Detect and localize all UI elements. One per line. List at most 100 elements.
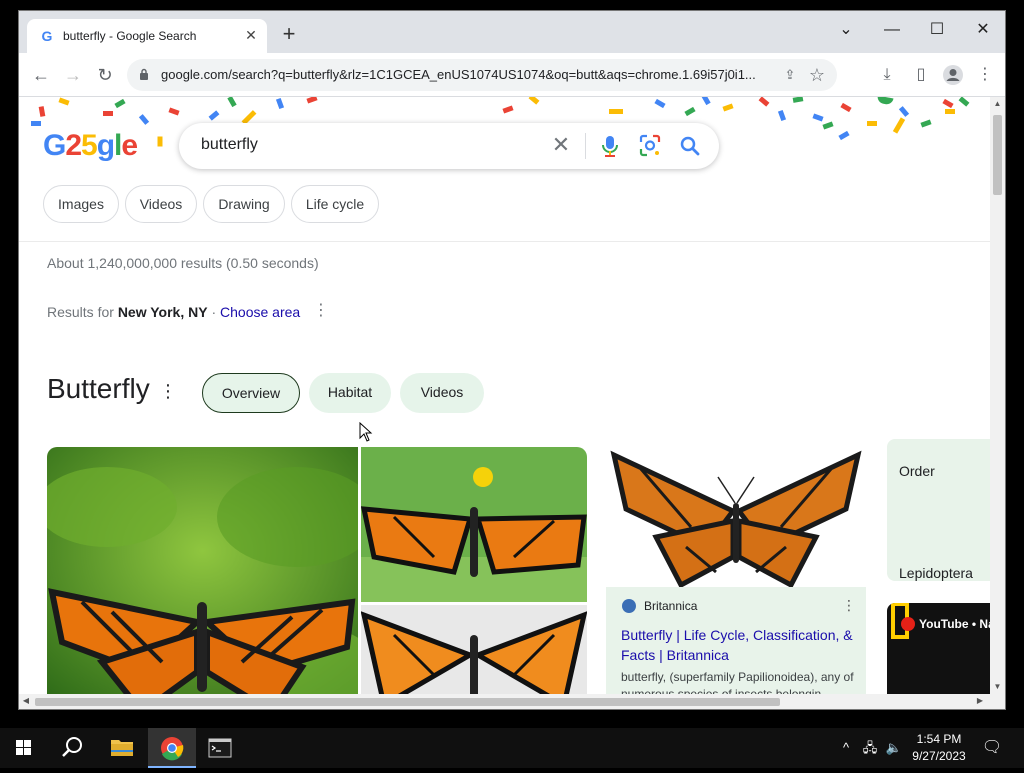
vertical-scrollbar[interactable]: ▲ ▼ [990, 97, 1005, 694]
confetti-piece [38, 106, 46, 117]
result-headline-link[interactable]: Butterfly | Life Cycle, Classification, … [621, 625, 861, 665]
confetti-piece [898, 106, 910, 117]
voice-search-icon[interactable] [599, 134, 621, 158]
butterfly-image-3[interactable] [361, 605, 587, 694]
scroll-left-icon[interactable]: ◀ [21, 696, 31, 706]
google-doodle-logo[interactable]: G25gle [43, 129, 138, 163]
notification-center-icon[interactable]: 🗨 [980, 739, 1004, 757]
volume-muted-icon[interactable]: 🔈 [884, 739, 904, 757]
taskbar-terminal[interactable] [196, 728, 244, 768]
clock-date: 9/27/2023 [912, 749, 966, 763]
search-box[interactable]: butterfly ✕ [179, 123, 719, 169]
bookmark-star-icon[interactable]: ☆ [807, 65, 827, 85]
video-source-label: YouTube • Na [919, 617, 990, 631]
confetti-piece [103, 111, 113, 116]
confetti-piece [822, 121, 834, 130]
confetti-piece [867, 121, 877, 126]
start-button[interactable] [0, 728, 48, 768]
butterfly-image-2[interactable] [361, 447, 587, 602]
confetti-piece [945, 109, 955, 114]
google-lens-icon[interactable] [639, 134, 661, 158]
horizontal-scroll-thumb[interactable] [35, 698, 780, 706]
butterfly-image-white[interactable] [606, 447, 866, 587]
scroll-right-icon[interactable]: ▶ [975, 696, 985, 706]
taskbar-file-explorer[interactable] [98, 728, 146, 768]
kp-tab-videos[interactable]: Videos [400, 373, 484, 413]
tray-overflow-icon[interactable]: ^ [838, 739, 854, 757]
browser-toolbar: ← → ↻ google.com/search?q=butterfly&rlz=… [19, 53, 1005, 97]
result-more-icon[interactable]: ⋮ [842, 597, 856, 614]
location-more-icon[interactable]: ⋮ [313, 302, 329, 320]
kp-tab-habitat[interactable]: Habitat [309, 373, 391, 413]
minimize-button[interactable]: — [877, 17, 907, 43]
browser-window: G butterfly - Google Search ✕ + ⌄ — ☐ ✕ … [18, 10, 1006, 710]
knowledge-panel-more-icon[interactable]: ⋮ [159, 380, 177, 402]
confetti-piece [609, 109, 623, 114]
location-line: Results for New York, NY · Choose area [47, 304, 300, 320]
back-button[interactable]: ← [29, 63, 53, 87]
side-panel-icon[interactable]: ▯ [909, 63, 933, 87]
result-source: Britannica [644, 599, 698, 613]
confetti-piece [840, 102, 852, 113]
scroll-up-icon[interactable]: ▲ [993, 99, 1002, 109]
confetti-piece [275, 97, 285, 110]
confetti-piece [157, 136, 163, 147]
tab-strip: G butterfly - Google Search ✕ + ⌄ — ☐ ✕ [19, 11, 1005, 53]
tab-title: butterfly - Google Search [63, 29, 197, 43]
confetti-piece [138, 114, 150, 125]
results-divider [19, 241, 990, 242]
new-tab-button[interactable]: + [277, 23, 301, 47]
britannica-result-card[interactable]: Britannica ⋮ Butterfly | Life Cycle, Cla… [606, 587, 866, 694]
maximize-button[interactable]: ☐ [922, 17, 952, 43]
horizontal-scrollbar[interactable]: ◀ ▶ [19, 694, 1005, 709]
profile-avatar-icon[interactable] [941, 63, 965, 87]
youtube-icon [901, 617, 915, 631]
close-window-button[interactable]: ✕ [968, 17, 998, 43]
page-viewport: G25gle butterfly ✕ Images Videos Drawing… [19, 97, 990, 694]
tab-close-icon[interactable]: ✕ [243, 27, 259, 43]
tab-search-dropdown-icon[interactable]: ⌄ [831, 17, 861, 43]
location-place: New York, NY [117, 304, 208, 320]
system-clock[interactable]: 1:54 PM 9/27/2023 [904, 731, 974, 765]
butterfly-image-main[interactable] [47, 447, 358, 694]
google-favicon-icon: G [41, 28, 53, 44]
share-icon[interactable]: ⇪ [781, 66, 799, 84]
scroll-down-icon[interactable]: ▼ [993, 682, 1002, 692]
kp-tab-overview[interactable]: Overview [202, 373, 300, 413]
tab-google-search[interactable]: G butterfly - Google Search ✕ [27, 19, 267, 53]
location-separator: · [207, 304, 221, 320]
chrome-icon [161, 737, 184, 761]
forward-button[interactable]: → [61, 63, 85, 87]
lock-icon [140, 68, 148, 80]
clear-search-icon[interactable]: ✕ [549, 133, 573, 157]
mouse-cursor-icon [359, 422, 373, 442]
choose-area-link[interactable]: Choose area [220, 304, 300, 320]
britannica-favicon-icon [622, 599, 636, 613]
search-input[interactable]: butterfly [201, 136, 258, 154]
network-icon[interactable]: 🖧 [860, 739, 880, 757]
download-icon[interactable]: ⤓ [875, 63, 899, 87]
chip-images[interactable]: Images [43, 185, 119, 223]
browser-menu-icon[interactable]: ⋮ [973, 63, 997, 87]
knowledge-panel-title: Butterfly [47, 373, 150, 404]
taskbar-search-button[interactable] [48, 728, 96, 768]
address-bar[interactable]: google.com/search?q=butterfly&rlz=1C1GCE… [127, 59, 837, 91]
chip-videos[interactable]: Videos [125, 185, 197, 223]
url-text[interactable]: google.com/search?q=butterfly&rlz=1C1GCE… [161, 67, 801, 82]
vertical-scroll-thumb[interactable] [993, 115, 1002, 195]
confetti-piece [942, 98, 954, 109]
search-icon[interactable] [679, 134, 701, 158]
order-fact-card[interactable]: Order Lepidoptera [887, 439, 990, 581]
video-result-card[interactable]: YouTube • Na [887, 603, 990, 694]
confetti-piece [31, 121, 41, 126]
confetti-piece [812, 113, 824, 122]
confetti-piece [792, 97, 804, 103]
chip-drawing[interactable]: Drawing [203, 185, 285, 223]
taskbar-chrome[interactable] [148, 728, 196, 768]
chip-life-cycle[interactable]: Life cycle [291, 185, 379, 223]
confetti-piece [58, 97, 70, 106]
reload-button[interactable]: ↻ [93, 63, 117, 87]
confetti-piece [958, 97, 970, 107]
windows-logo-icon [16, 740, 31, 755]
result-snippet: butterfly, (superfamily Papilionoidea), … [621, 670, 854, 694]
